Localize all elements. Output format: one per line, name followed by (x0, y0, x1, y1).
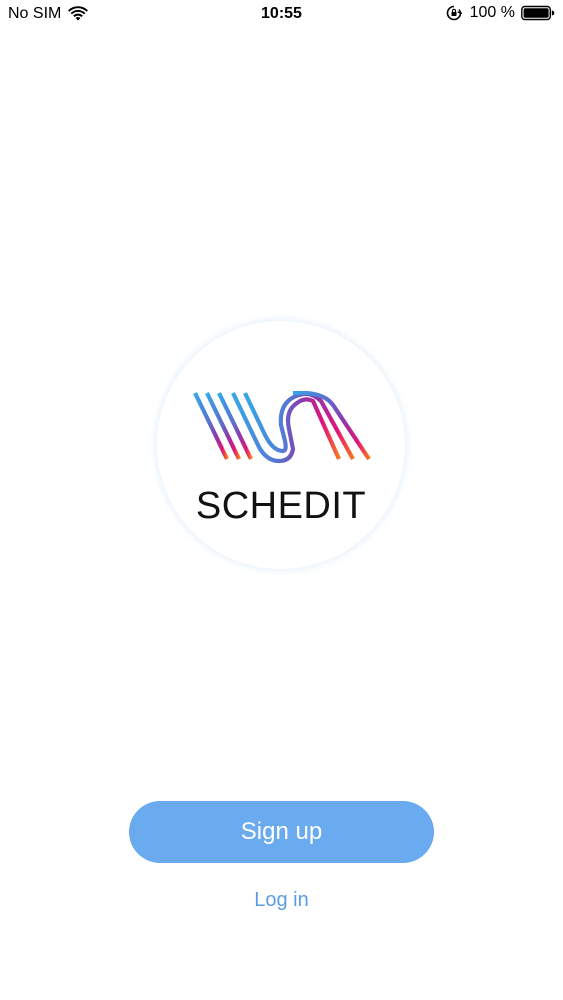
logo-wordmark: SCHEDIT (195, 485, 367, 527)
orientation-lock-icon (446, 5, 462, 21)
schedit-logo-mark (193, 391, 371, 464)
battery-icon (521, 5, 555, 21)
battery-percent: 100 % (469, 4, 515, 21)
login-link[interactable]: Log in (0, 889, 563, 912)
status-bar: No SIM 10:55 100 % (0, 0, 563, 30)
logo-badge: SCHEDIT (157, 321, 405, 569)
signup-button[interactable]: Sign up (129, 801, 434, 863)
status-right: 100 % (446, 4, 555, 22)
welcome-screen: No SIM 10:55 100 % SCHEDIT Sign up Log i… (0, 0, 563, 1000)
